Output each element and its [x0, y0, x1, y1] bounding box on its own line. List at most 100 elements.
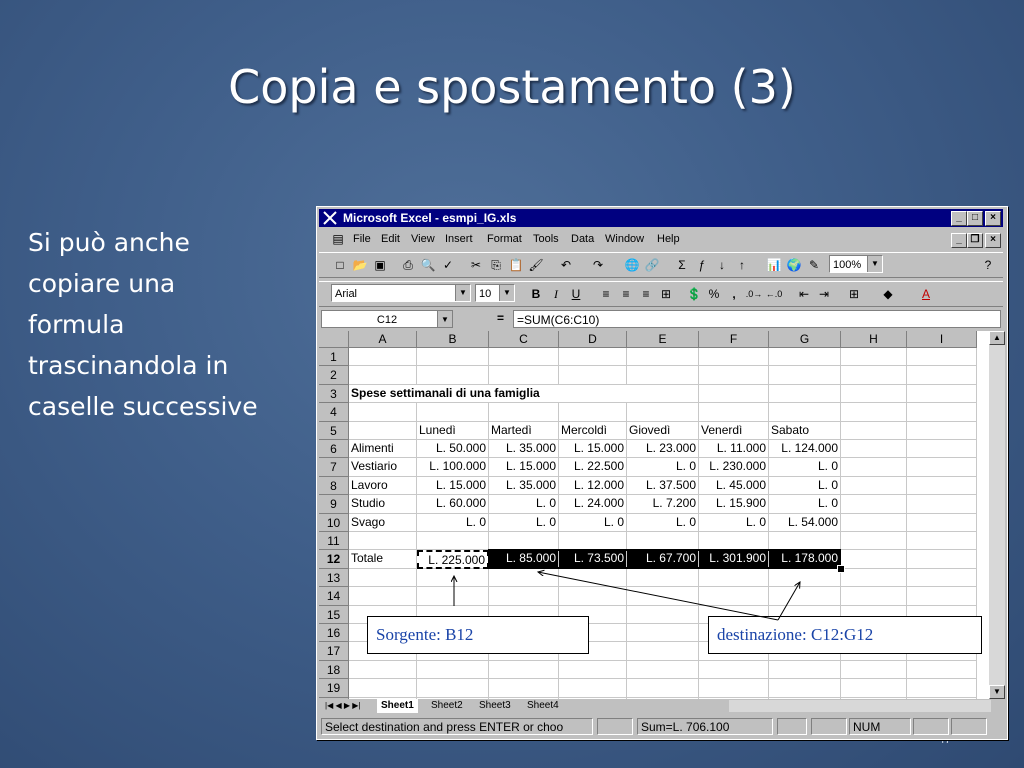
- value-cell[interactable]: L. 15.000: [417, 476, 489, 496]
- grid-cell[interactable]: [349, 568, 417, 588]
- grid-cell[interactable]: [627, 642, 699, 661]
- font-name-dropdown-icon[interactable]: ▼: [455, 285, 470, 301]
- autosum-icon[interactable]: Σ: [673, 256, 691, 274]
- grid-cell[interactable]: [841, 458, 907, 477]
- italic-icon[interactable]: I: [547, 285, 565, 303]
- value-cell[interactable]: L. 22.500: [559, 458, 627, 477]
- value-cell[interactable]: L. 0: [627, 513, 699, 532]
- grid-cell[interactable]: [841, 660, 907, 680]
- column-header[interactable]: G: [769, 331, 841, 348]
- column-header[interactable]: A: [349, 331, 417, 348]
- help-icon[interactable]: ?: [979, 256, 997, 274]
- menu-tools[interactable]: Tools: [533, 233, 559, 245]
- grid-cell[interactable]: [627, 587, 699, 606]
- horizontal-scrollbar[interactable]: [729, 700, 991, 712]
- grid-cell[interactable]: [769, 348, 841, 367]
- column-header[interactable]: D: [559, 331, 627, 348]
- zoom-select[interactable]: 100% ▼: [829, 255, 883, 273]
- grid-cell[interactable]: [417, 403, 489, 422]
- value-cell[interactable]: L. 0: [769, 495, 841, 514]
- scroll-down-icon[interactable]: ▼: [989, 685, 1005, 699]
- row-header[interactable]: 7: [319, 458, 349, 477]
- new-icon[interactable]: □: [331, 256, 349, 274]
- grid-cell[interactable]: [907, 440, 977, 459]
- grid-cell[interactable]: [841, 476, 907, 496]
- grid-cell[interactable]: [627, 605, 699, 624]
- comma-style-icon[interactable]: ,: [725, 285, 743, 303]
- grid-cell[interactable]: [559, 587, 627, 606]
- tab-sheet2[interactable]: Sheet2: [427, 699, 467, 713]
- drawing-icon[interactable]: ✎: [805, 256, 823, 274]
- font-size-dropdown-icon[interactable]: ▼: [499, 285, 514, 301]
- grid-cell[interactable]: [907, 587, 977, 606]
- grid-cell[interactable]: [699, 384, 769, 404]
- value-cell[interactable]: L. 0: [417, 513, 489, 532]
- sort-descending-icon[interactable]: ↑: [733, 256, 751, 274]
- sheet-heading-cell[interactable]: Spese settimanali di una famiglia: [349, 384, 649, 404]
- row-header[interactable]: 12: [319, 550, 349, 569]
- print-icon[interactable]: ⎙: [399, 256, 417, 274]
- scroll-up-icon[interactable]: ▲: [989, 331, 1005, 345]
- grid-cell[interactable]: [349, 421, 417, 440]
- value-cell[interactable]: L. 0: [769, 476, 841, 496]
- underline-icon[interactable]: U: [567, 285, 585, 303]
- grid-cell[interactable]: [627, 568, 699, 588]
- close-button[interactable]: ×: [985, 211, 1001, 226]
- grid-cell[interactable]: [841, 348, 907, 367]
- vertical-scrollbar[interactable]: ▲ ▼: [989, 331, 1005, 699]
- row-header[interactable]: 9: [319, 495, 349, 514]
- grid-cell[interactable]: [699, 660, 769, 680]
- grid-cell[interactable]: [769, 366, 841, 385]
- grid-cell[interactable]: [841, 679, 907, 698]
- value-cell[interactable]: L. 0: [489, 513, 559, 532]
- value-cell[interactable]: L. 15.900: [699, 495, 769, 514]
- tab-sheet1[interactable]: Sheet1: [377, 699, 418, 713]
- grid-cell[interactable]: [769, 660, 841, 680]
- grid-cell[interactable]: [349, 366, 417, 385]
- percent-icon[interactable]: %: [705, 285, 723, 303]
- grid-cell[interactable]: [559, 679, 627, 698]
- grid-cell[interactable]: [489, 660, 559, 680]
- value-cell[interactable]: L. 12.000: [559, 476, 627, 496]
- grid-cell[interactable]: [627, 660, 699, 680]
- grid-cell[interactable]: [907, 513, 977, 532]
- category-label-cell[interactable]: Vestiario: [349, 458, 417, 477]
- paste-icon[interactable]: 📋: [507, 256, 525, 274]
- grid-cell[interactable]: [559, 532, 627, 551]
- grid-cell[interactable]: [769, 403, 841, 422]
- undo-icon[interactable]: ↶: [557, 256, 575, 274]
- grid-cell[interactable]: [417, 679, 489, 698]
- chart-wizard-icon[interactable]: 📊: [765, 256, 783, 274]
- grid-cell[interactable]: [769, 384, 841, 404]
- cut-icon[interactable]: ✂: [467, 256, 485, 274]
- category-label-cell[interactable]: Lavoro: [349, 476, 417, 496]
- column-header[interactable]: I: [907, 331, 977, 348]
- grid-cell[interactable]: [769, 568, 841, 588]
- value-cell[interactable]: L. 11.000: [699, 440, 769, 459]
- font-size-select[interactable]: 10 ▼: [475, 284, 515, 302]
- row-header[interactable]: 11: [319, 532, 349, 551]
- grid-cell[interactable]: [627, 679, 699, 698]
- grid-cell[interactable]: [417, 660, 489, 680]
- row-header[interactable]: 10: [319, 513, 349, 532]
- grid-cell[interactable]: [489, 348, 559, 367]
- menu-format[interactable]: Format: [487, 233, 522, 245]
- value-cell[interactable]: L. 45.000: [699, 476, 769, 496]
- weekday-header-cell[interactable]: Lunedì: [417, 421, 489, 440]
- grid-cell[interactable]: [349, 403, 417, 422]
- row-header[interactable]: 17: [319, 642, 349, 661]
- row-header[interactable]: 4: [319, 403, 349, 422]
- grid-cell[interactable]: [769, 587, 841, 606]
- window-titlebar[interactable]: Microsoft Excel - esmpi_IG.xls _ □ ×: [319, 209, 1003, 227]
- document-icon[interactable]: ▤: [329, 230, 347, 248]
- grid-cell[interactable]: [841, 421, 907, 440]
- grid-cell[interactable]: [907, 550, 977, 569]
- redo-icon[interactable]: ↷: [589, 256, 607, 274]
- grid-cell[interactable]: [907, 476, 977, 496]
- grid-cell[interactable]: [627, 403, 699, 422]
- grid-cell[interactable]: [841, 384, 907, 404]
- grid-cell[interactable]: [907, 403, 977, 422]
- grid-cell[interactable]: [907, 421, 977, 440]
- grid-cell[interactable]: [841, 366, 907, 385]
- row-header[interactable]: 13: [319, 568, 349, 588]
